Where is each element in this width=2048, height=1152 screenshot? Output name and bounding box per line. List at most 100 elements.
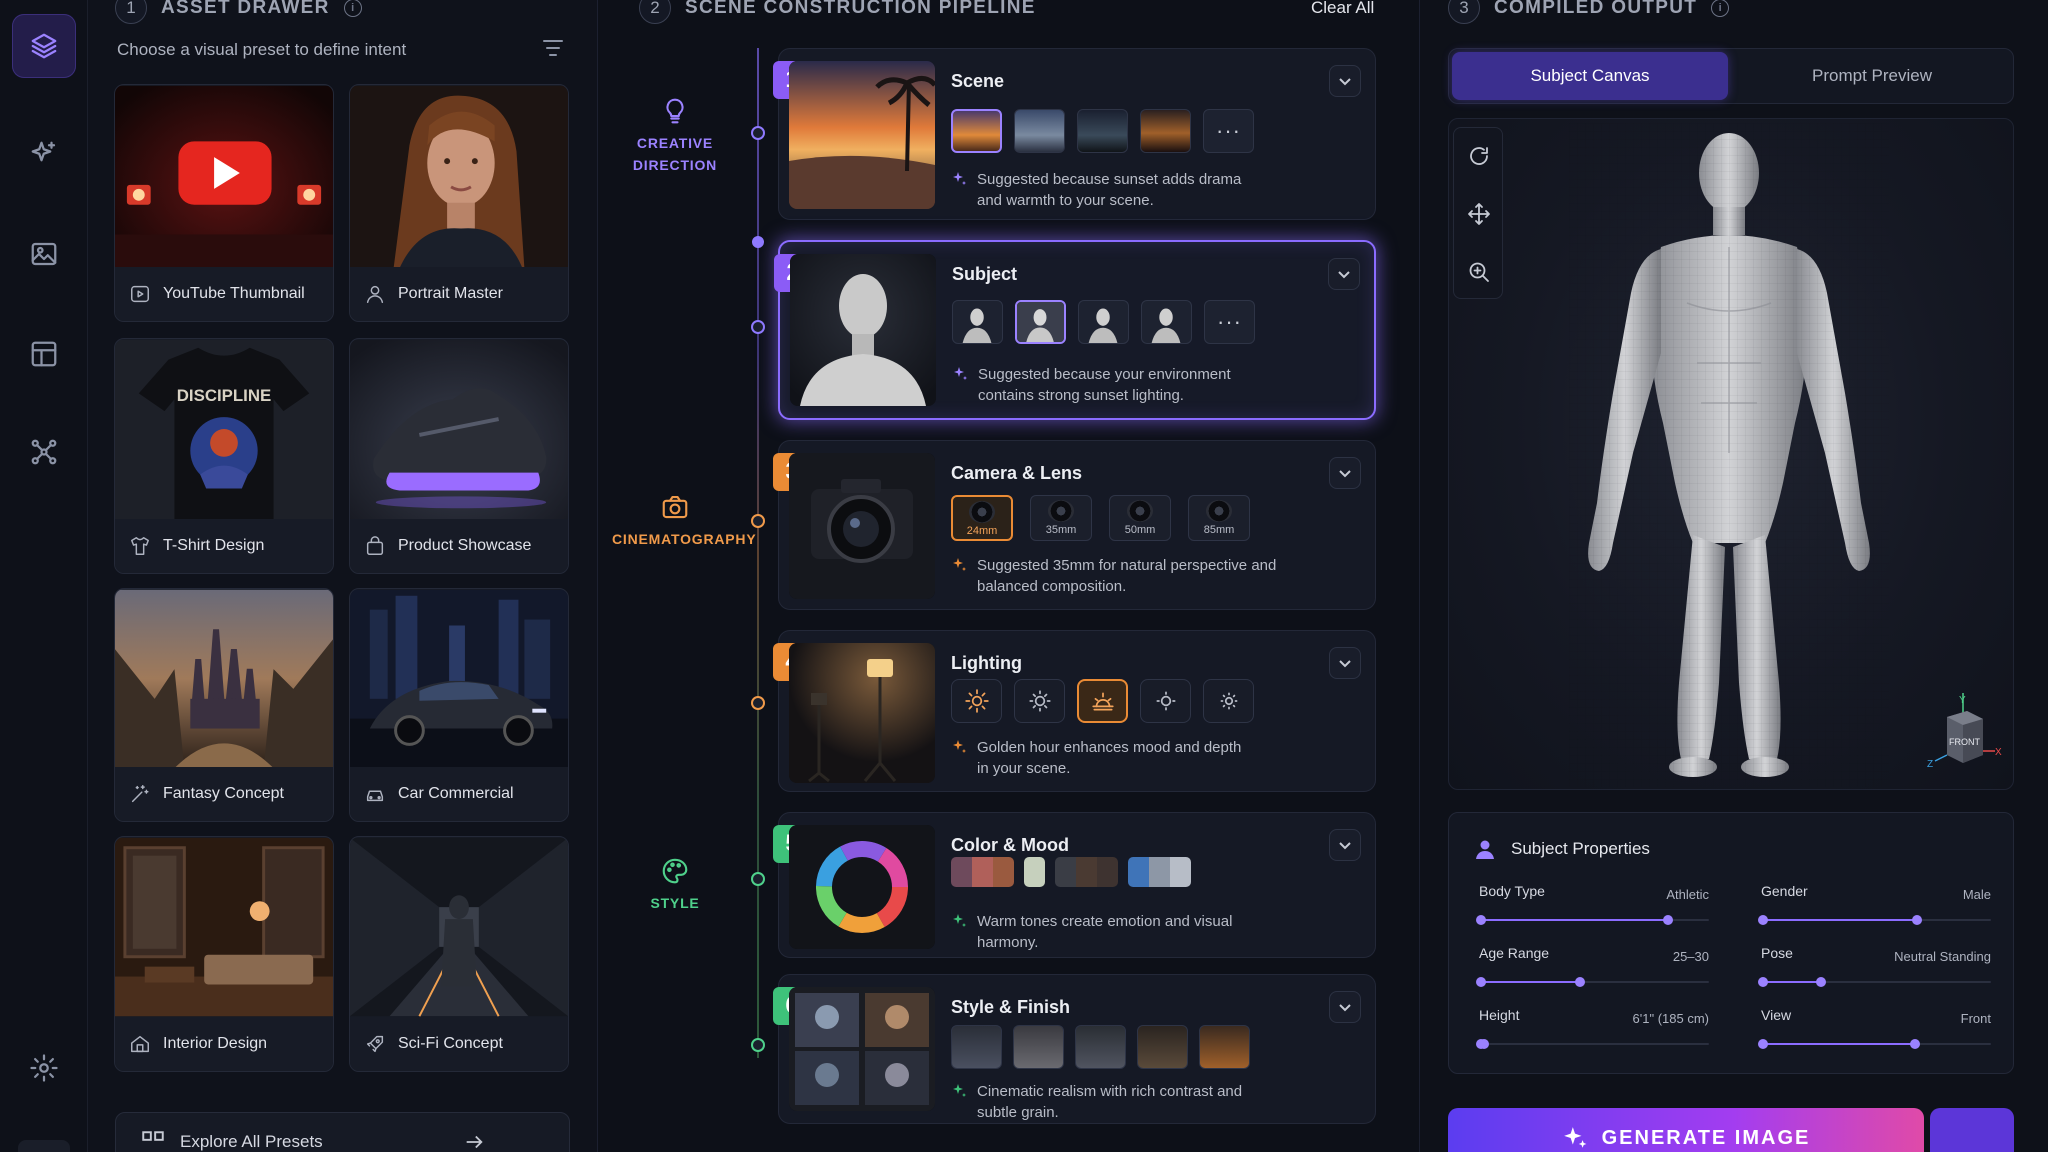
explore-all-presets-button[interactable]: Explore All Presets xyxy=(115,1112,570,1152)
track-node xyxy=(751,1038,765,1052)
lens-icon xyxy=(1127,500,1153,522)
property-gender[interactable]: Gender Male xyxy=(1758,883,1991,933)
pipeline-step-color-mood[interactable]: 5 Color & Mood Warm tones create emotion… xyxy=(773,812,1376,958)
slider-start-knob xyxy=(1476,915,1486,925)
tab-subject-canvas[interactable]: Subject Canvas xyxy=(1452,52,1728,100)
rail-sparkle-button[interactable] xyxy=(12,122,76,186)
arrow-right-icon xyxy=(466,1135,483,1149)
rail-nodes-button[interactable] xyxy=(12,420,76,484)
palette-option-1[interactable] xyxy=(951,857,1014,887)
style-option-4[interactable] xyxy=(1137,1025,1188,1069)
clear-all-button[interactable]: Clear All xyxy=(1311,0,1374,18)
preset-card-fantasy-concept[interactable]: Fantasy Concept xyxy=(114,588,334,822)
pipeline-step-scene[interactable]: 1 Scene ··· Suggested because sunset add… xyxy=(773,48,1376,220)
layout-icon xyxy=(31,341,57,367)
palette-option-2[interactable] xyxy=(1024,857,1045,887)
expand-step-button[interactable] xyxy=(1329,991,1361,1023)
expand-step-button[interactable] xyxy=(1329,457,1361,489)
property-body-type[interactable]: Body Type Athletic xyxy=(1476,883,1709,933)
rail-layout-button[interactable] xyxy=(12,322,76,386)
fantasy-concept-image xyxy=(115,589,333,769)
property-height[interactable]: Height 6'1" (185 cm) xyxy=(1476,1007,1709,1057)
tab-prompt-preview[interactable]: Prompt Preview xyxy=(1733,52,2011,100)
property-label: Body Type xyxy=(1479,883,1545,899)
lighting-option-low[interactable] xyxy=(1203,679,1254,723)
palette-option-4[interactable] xyxy=(1128,857,1191,887)
scene-option-mountain[interactable] xyxy=(1014,109,1065,153)
property-view[interactable]: View Front xyxy=(1758,1007,1991,1057)
subject-option-2[interactable] xyxy=(1015,300,1066,344)
rail-image-button[interactable] xyxy=(12,222,76,286)
rail-avatar-stub[interactable] xyxy=(18,1140,70,1152)
lens-option-85mm[interactable]: 85mm xyxy=(1188,495,1250,541)
scene-option-dusk[interactable] xyxy=(1140,109,1191,153)
rotate-tool[interactable] xyxy=(1467,144,1491,168)
preset-card-interior-design[interactable]: Interior Design xyxy=(114,836,334,1072)
rail-settings-button[interactable] xyxy=(12,1036,76,1100)
step-title: Subject xyxy=(952,264,1018,284)
lighting-option-soft[interactable] xyxy=(1140,679,1191,723)
slider-handle[interactable] xyxy=(1912,915,1923,925)
info-icon[interactable]: i xyxy=(1711,0,1730,17)
preset-card-car-commercial[interactable]: Car Commercial xyxy=(349,588,569,822)
preset-card-tshirt-design[interactable]: DISCIPLINE T-Shirt Design xyxy=(114,338,334,574)
preset-card-scifi-concept[interactable]: Sci-Fi Concept xyxy=(349,836,569,1072)
expand-step-button[interactable] xyxy=(1329,647,1361,679)
rail-layers-button[interactable] xyxy=(12,14,76,78)
info-icon[interactable]: i xyxy=(343,0,362,17)
more-dots: ··· xyxy=(1216,118,1241,143)
slider-handle[interactable] xyxy=(1910,1039,1921,1049)
preset-card-youtube-thumbnail[interactable]: YouTube Thumbnail xyxy=(114,84,334,322)
pipeline-step-lighting[interactable]: 4 Lighting Golden hour enhances mood xyxy=(773,630,1376,792)
filter-icon[interactable] xyxy=(543,38,565,58)
pipeline-step-camera-lens[interactable]: 3 Camera & Lens 24mm 35mm 50mm 85mm Sugg… xyxy=(773,440,1376,610)
pipeline-step-subject[interactable]: 2 Subject ··· Suggested because your env… xyxy=(774,240,1376,420)
lightbulb-icon xyxy=(666,98,684,124)
slider-handle[interactable] xyxy=(1478,1039,1489,1049)
drawer-step-number: 1 xyxy=(115,0,147,24)
preset-card-portrait-master[interactable]: Portrait Master xyxy=(349,84,569,322)
lighting-option-daylight[interactable] xyxy=(1014,679,1065,723)
subject-canvas[interactable]: Y FRONT X Z xyxy=(1448,118,2014,790)
style-option-5[interactable] xyxy=(1199,1025,1250,1069)
expand-step-button[interactable] xyxy=(1328,258,1360,290)
zoom-tool[interactable] xyxy=(1467,260,1491,284)
move-tool[interactable] xyxy=(1467,202,1491,226)
preset-card-product-showcase[interactable]: Product Showcase xyxy=(349,338,569,574)
style-option-2[interactable] xyxy=(1013,1025,1064,1069)
property-pose[interactable]: Pose Neutral Standing xyxy=(1758,945,1991,995)
pipeline-step-style-finish[interactable]: 6 Style & Finish Cinematic realism with … xyxy=(773,974,1376,1124)
subject-option-4[interactable] xyxy=(1141,300,1192,344)
subject-option-1[interactable] xyxy=(952,300,1003,344)
subject-more-button[interactable]: ··· xyxy=(1204,300,1255,344)
scene-more-button[interactable]: ··· xyxy=(1203,109,1254,153)
property-age-range[interactable]: Age Range 25–30 xyxy=(1476,945,1709,995)
generate-options-button[interactable] xyxy=(1930,1108,2014,1152)
lens-option-24mm[interactable]: 24mm xyxy=(951,495,1013,541)
slider-handle[interactable] xyxy=(1575,977,1586,987)
lighting-option-bright-sun[interactable] xyxy=(951,679,1002,723)
slider-track[interactable] xyxy=(1479,1043,1709,1045)
palette-option-3[interactable] xyxy=(1055,857,1118,887)
scene-option-sunset[interactable] xyxy=(951,109,1002,153)
lighting-option-golden-hour[interactable] xyxy=(1077,679,1128,723)
expand-step-button[interactable] xyxy=(1329,829,1361,861)
style-option-1[interactable] xyxy=(951,1025,1002,1069)
preset-card-label: Sci-Fi Concept xyxy=(350,1017,568,1071)
style-option-3[interactable] xyxy=(1075,1025,1126,1069)
lens-option-35mm[interactable]: 35mm xyxy=(1030,495,1092,541)
tshirt-print-text: DISCIPLINE xyxy=(177,386,271,405)
step-suggestion: Suggested because your environment conta… xyxy=(952,364,1272,406)
pipeline-header: 2 SCENE CONSTRUCTION PIPELINE xyxy=(639,0,1036,24)
expand-step-button[interactable] xyxy=(1329,65,1361,97)
slider-handle[interactable] xyxy=(1662,915,1673,925)
sparkle-icon xyxy=(31,141,56,162)
subject-option-3[interactable] xyxy=(1078,300,1129,344)
nodes-icon xyxy=(31,439,57,465)
sun-low-icon xyxy=(1220,692,1237,710)
scene-option-night[interactable] xyxy=(1077,109,1128,153)
generate-image-button[interactable]: GENERATE IMAGE xyxy=(1448,1108,1924,1152)
orientation-cube[interactable]: Y FRONT X Z xyxy=(1923,691,2003,771)
slider-handle[interactable] xyxy=(1815,977,1826,987)
lens-option-50mm[interactable]: 50mm xyxy=(1109,495,1171,541)
